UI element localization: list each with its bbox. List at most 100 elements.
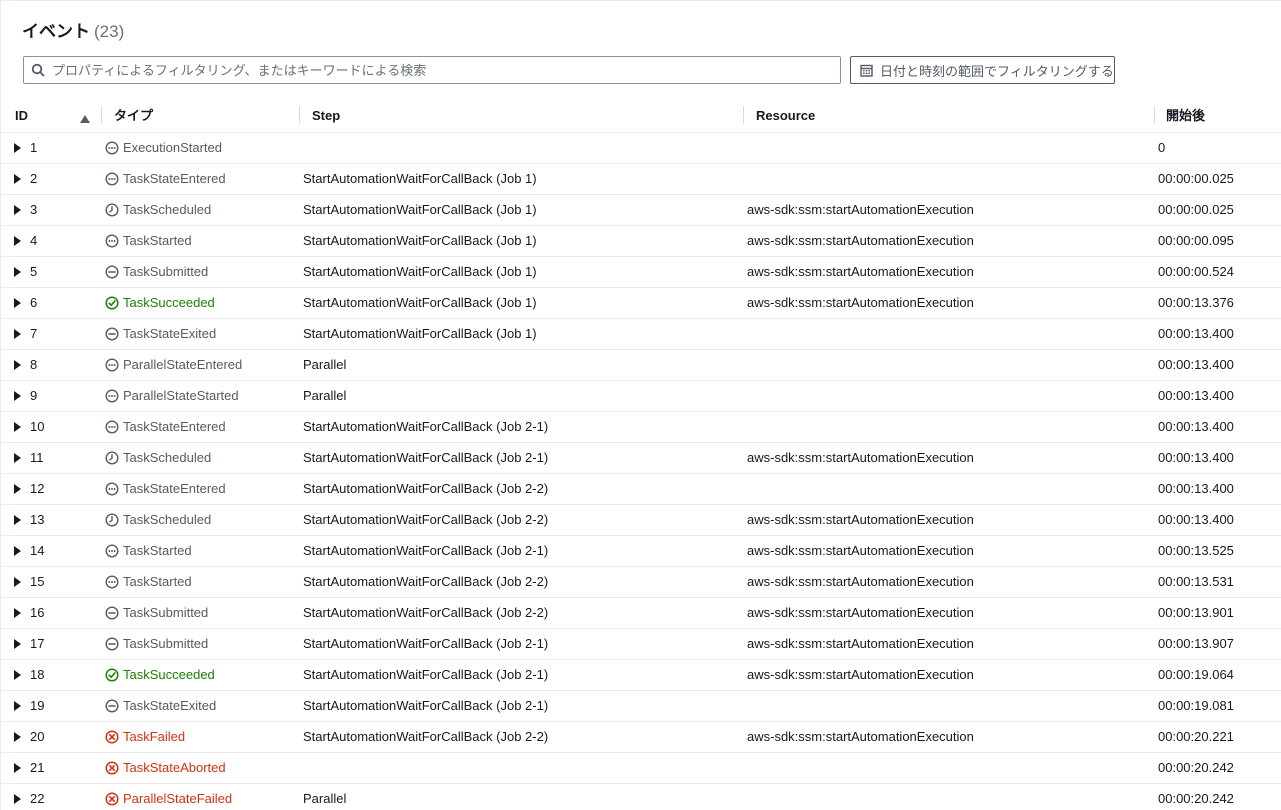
expand-row-caret-icon[interactable] (14, 205, 21, 215)
table-row[interactable]: 10 TaskStateEntered StartAutomationWaitFor… (1, 412, 1281, 443)
event-id: 12 (30, 481, 45, 496)
table-row[interactable]: 20 TaskFailed StartAutomationWaitForCallBa… (1, 722, 1281, 753)
expand-row-caret-icon[interactable] (14, 422, 21, 432)
event-elapsed-time: 00:00:13.400 (1158, 419, 1234, 434)
event-id: 7 (30, 326, 38, 341)
status-stopped-icon (105, 265, 123, 279)
table-row[interactable]: 3 TaskScheduled StartAutomationWaitForCall… (1, 195, 1281, 226)
table-row[interactable]: 13 TaskScheduled StartAutomationWaitForCal… (1, 505, 1281, 536)
expand-row-caret-icon[interactable] (14, 763, 21, 773)
expand-row-caret-icon[interactable] (14, 484, 21, 494)
status-pending-icon (105, 544, 123, 558)
column-divider[interactable] (1154, 106, 1155, 124)
event-elapsed-time: 00:00:00.524 (1158, 264, 1234, 279)
table-row[interactable]: 5 TaskSubmitted StartAutomationWaitForCall… (1, 257, 1281, 288)
expand-row-caret-icon[interactable] (14, 670, 21, 680)
table-row[interactable]: 18 TaskSucceeded StartAutomationWaitForCal… (1, 660, 1281, 691)
search-box[interactable] (23, 56, 841, 84)
event-elapsed-time: 00:00:13.901 (1158, 605, 1234, 620)
column-header-type[interactable]: タイプ (114, 100, 153, 132)
event-elapsed-time: 00:00:00.025 (1158, 171, 1234, 186)
table-row[interactable]: 6 TaskSucceeded StartAutomationWaitForCall… (1, 288, 1281, 319)
column-divider[interactable] (299, 106, 300, 124)
expand-row-caret-icon[interactable] (14, 267, 21, 277)
column-header-id[interactable]: ID (15, 100, 28, 132)
event-type: TaskSubmitted (123, 605, 209, 620)
table-row[interactable]: 2 TaskStateEntered StartAutomationWaitForC… (1, 164, 1281, 195)
table-row[interactable]: 11 TaskScheduled StartAutomationWaitForCal… (1, 443, 1281, 474)
event-type: TaskStateEntered (123, 481, 226, 496)
expand-row-caret-icon[interactable] (14, 577, 21, 587)
date-range-filter-button[interactable]: 日付と時刻の範囲でフィルタリングする (850, 56, 1115, 84)
event-id: 16 (30, 605, 45, 620)
table-row[interactable]: 4 TaskStarted StartAutomationWaitForCallBa… (1, 226, 1281, 257)
expand-row-caret-icon[interactable] (14, 794, 21, 804)
status-pending-icon (105, 141, 123, 155)
event-elapsed-time: 00:00:13.400 (1158, 450, 1234, 465)
table-row[interactable]: 17 TaskSubmitted StartAutomationWaitForCal… (1, 629, 1281, 660)
event-step: StartAutomationWaitForCallBack (Job 2-1) (303, 636, 549, 651)
event-type: TaskStarted (123, 233, 192, 248)
event-id: 2 (30, 171, 38, 186)
event-type-cell: TaskScheduled (105, 505, 211, 535)
expand-row-caret-icon[interactable] (14, 174, 21, 184)
expand-row-caret-icon[interactable] (14, 732, 21, 742)
clock-icon (105, 203, 123, 217)
expand-row-caret-icon[interactable] (14, 608, 21, 618)
column-header-elapsed[interactable]: 開始後 (1166, 100, 1205, 132)
table-row[interactable]: 21 TaskStateAborted 00:00:20.242 (1, 753, 1281, 784)
event-step: StartAutomationWaitForCallBack (Job 1) (303, 171, 537, 186)
event-resource: aws-sdk:ssm:startAutomationExecution (747, 202, 974, 217)
expand-row-caret-icon[interactable] (14, 639, 21, 649)
event-resource: aws-sdk:ssm:startAutomationExecution (747, 295, 974, 310)
expand-row-caret-icon[interactable] (14, 701, 21, 711)
event-resource: aws-sdk:ssm:startAutomationExecution (747, 264, 974, 279)
sort-ascending-icon[interactable] (80, 111, 90, 126)
event-step: StartAutomationWaitForCallBack (Job 1) (303, 264, 537, 279)
event-resource: aws-sdk:ssm:startAutomationExecution (747, 636, 974, 651)
event-type: TaskFailed (123, 729, 186, 744)
event-id: 11 (30, 450, 44, 465)
event-id: 14 (30, 543, 45, 558)
event-type: TaskSubmitted (123, 636, 209, 651)
expand-row-caret-icon[interactable] (14, 143, 21, 153)
table-row[interactable]: 1 ExecutionStarted 0 (1, 133, 1281, 164)
clock-icon (105, 451, 123, 465)
event-step: StartAutomationWaitForCallBack (Job 2-1) (303, 543, 549, 558)
expand-row-caret-icon[interactable] (14, 360, 21, 370)
event-type: TaskStateExited (123, 698, 217, 713)
expand-row-caret-icon[interactable] (14, 391, 21, 401)
table-row[interactable]: 19 TaskStateExited StartAutomationWaitForC… (1, 691, 1281, 722)
event-type-cell: TaskSucceeded (105, 660, 215, 690)
event-type: ParallelStateStarted (123, 388, 239, 403)
event-type: TaskStarted (123, 574, 192, 589)
event-elapsed-time: 00:00:13.400 (1158, 388, 1234, 403)
column-header-resource[interactable]: Resource (756, 100, 815, 132)
table-row[interactable]: 14 TaskStarted StartAutomationWaitForCallB… (1, 536, 1281, 567)
column-divider[interactable] (101, 106, 102, 124)
event-type-cell: ParallelStateStarted (105, 381, 239, 411)
expand-row-caret-icon[interactable] (14, 546, 21, 556)
column-header-step[interactable]: Step (312, 100, 340, 132)
event-id: 10 (30, 419, 45, 434)
expand-row-caret-icon[interactable] (14, 515, 21, 525)
status-pending-icon (105, 389, 123, 403)
expand-row-caret-icon[interactable] (14, 298, 21, 308)
search-input[interactable] (52, 58, 840, 82)
event-type-cell: TaskStarted (105, 226, 192, 256)
table-row[interactable]: 8 ParallelStateEntered Parallel 00:00:13.40… (1, 350, 1281, 381)
table-row[interactable]: 22 ParallelStateFailed Parallel 00:00:20.24… (1, 784, 1281, 810)
events-table: ID タイプ Step Resource 開始後 1 ExecutionStart… (1, 100, 1281, 810)
event-elapsed-time: 00:00:13.400 (1158, 326, 1234, 341)
column-divider[interactable] (743, 106, 744, 124)
expand-row-caret-icon[interactable] (14, 453, 21, 463)
table-row[interactable]: 9 ParallelStateStarted Parallel 00:00:13.40… (1, 381, 1281, 412)
table-row[interactable]: 15 TaskStarted StartAutomationWaitForCallB… (1, 567, 1281, 598)
event-type-cell: TaskStarted (105, 567, 192, 597)
expand-row-caret-icon[interactable] (14, 236, 21, 246)
table-row[interactable]: 7 TaskStateExited StartAutomationWaitForCa… (1, 319, 1281, 350)
event-resource: aws-sdk:ssm:startAutomationExecution (747, 729, 974, 744)
expand-row-caret-icon[interactable] (14, 329, 21, 339)
table-row[interactable]: 16 TaskSubmitted StartAutomationWaitForCal… (1, 598, 1281, 629)
table-row[interactable]: 12 TaskStateEntered StartAutomationWaitFor… (1, 474, 1281, 505)
